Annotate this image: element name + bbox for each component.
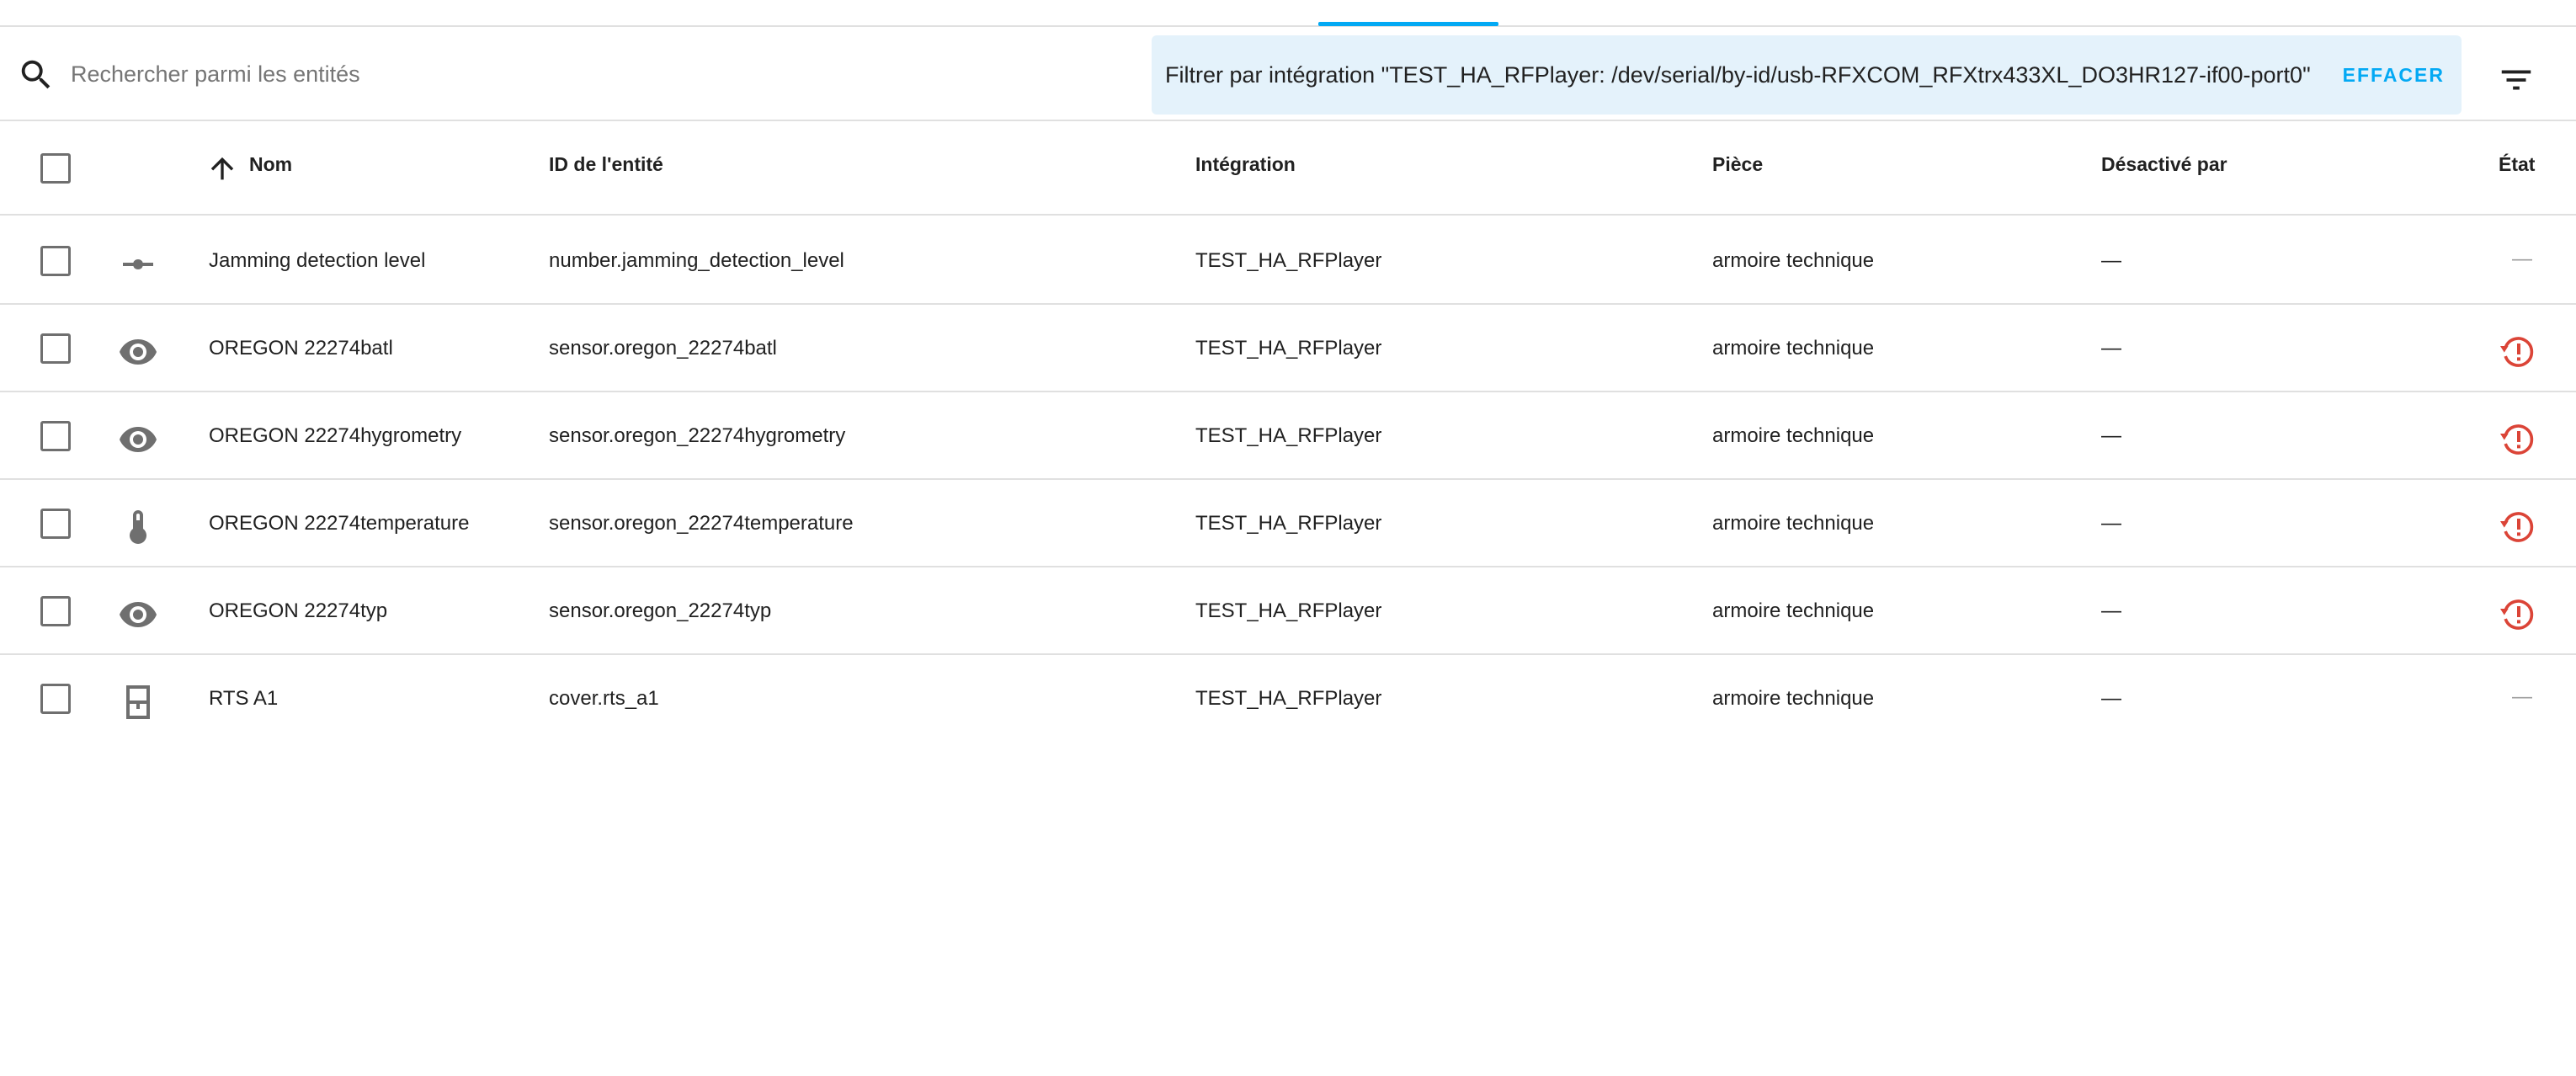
restore-alert-icon (2500, 599, 2534, 630)
entity-area: armoire technique (1712, 512, 1875, 535)
entity-id: sensor.oregon_22274batl (549, 337, 777, 360)
filter-label: Filtrer par intégration "TEST_HA_RFPlaye… (1165, 61, 2311, 88)
entity-name: OREGON 22274typ (209, 599, 388, 622)
filter-menu-icon[interactable] (2497, 61, 2536, 99)
eye-icon (120, 602, 157, 627)
tab-strip (0, 0, 2576, 27)
entity-area: armoire technique (1712, 337, 1875, 360)
entity-name: Jamming detection level (209, 249, 426, 272)
header-entity-id[interactable]: ID de l'entité (549, 153, 663, 176)
entity-disabled-by: — (2101, 512, 2121, 535)
restore-alert-icon (2500, 424, 2534, 455)
entity-id: cover.rts_a1 (549, 687, 659, 710)
table-row[interactable]: OREGON 22274hygrometry sensor.oregon_222… (0, 392, 2576, 480)
entity-name: OREGON 22274batl (209, 337, 393, 360)
table-row[interactable]: Jamming detection level number.jamming_d… (0, 217, 2576, 305)
header-area[interactable]: Pièce (1712, 153, 1763, 176)
row-checkbox[interactable] (40, 246, 71, 276)
entity-integration: TEST_HA_RFPlayer (1195, 424, 1382, 447)
restore-alert-icon (2500, 512, 2534, 542)
entity-disabled-by: — (2101, 337, 2121, 360)
entity-integration: TEST_HA_RFPlayer (1195, 249, 1382, 272)
header-name[interactable]: Nom (249, 153, 292, 176)
row-checkbox[interactable] (40, 333, 71, 364)
restore-alert-icon (2500, 337, 2534, 367)
row-checkbox[interactable] (40, 684, 71, 714)
entity-integration: TEST_HA_RFPlayer (1195, 599, 1382, 622)
row-checkbox[interactable] (40, 421, 71, 451)
header-disabled-by[interactable]: Désactivé par (2101, 153, 2227, 176)
header-integration[interactable]: Intégration (1195, 153, 1296, 176)
search-icon (21, 60, 51, 89)
integration-filter-chip: Filtrer par intégration "TEST_HA_RFPlaye… (1152, 35, 2462, 115)
entity-disabled-by: — (2101, 424, 2121, 447)
table-row[interactable]: OREGON 22274temperature sensor.oregon_22… (0, 480, 2576, 567)
entity-integration: TEST_HA_RFPlayer (1195, 512, 1382, 535)
table-header: Nom ID de l'entité Intégration Pièce Dés… (0, 121, 2576, 216)
entity-area: armoire technique (1712, 687, 1875, 710)
entity-name: OREGON 22274temperature (209, 512, 470, 535)
entity-id: sensor.oregon_22274temperature (549, 512, 854, 535)
slider-icon (123, 259, 153, 269)
entities-page: Filtrer par intégration "TEST_HA_RFPlaye… (0, 0, 2576, 1076)
sort-ascending-icon[interactable] (205, 152, 239, 185)
entity-disabled-by: — (2101, 599, 2121, 622)
entity-name: RTS A1 (209, 687, 279, 710)
entity-area: armoire technique (1712, 424, 1875, 447)
entity-id: sensor.oregon_22274hygrometry (549, 424, 846, 447)
row-checkbox[interactable] (40, 509, 71, 539)
table-row[interactable]: OREGON 22274typ sensor.oregon_22274typ T… (0, 567, 2576, 655)
entity-area: armoire technique (1712, 249, 1875, 272)
table-row[interactable]: RTS A1 cover.rts_a1 TEST_HA_RFPlayer arm… (0, 655, 2576, 743)
entity-integration: TEST_HA_RFPlayer (1195, 337, 1382, 360)
entity-status: — (2512, 248, 2532, 270)
eye-icon (120, 427, 157, 452)
table-row[interactable]: OREGON 22274batl sensor.oregon_22274batl… (0, 305, 2576, 392)
entity-id: sensor.oregon_22274typ (549, 599, 772, 622)
entity-id: number.jamming_detection_level (549, 249, 844, 272)
select-all-checkbox[interactable] (40, 153, 71, 184)
clear-filter-button[interactable]: EFFACER (2343, 56, 2445, 94)
entity-name: OREGON 22274hygrometry (209, 424, 462, 447)
entity-disabled-by: — (2101, 687, 2121, 710)
thermometer-icon (130, 510, 146, 544)
eye-icon (120, 339, 157, 365)
header-status[interactable]: État (2499, 153, 2535, 176)
entity-integration: TEST_HA_RFPlayer (1195, 687, 1382, 710)
search-input[interactable] (71, 52, 1115, 96)
active-tab-indicator (1318, 22, 1498, 26)
search-bar: Filtrer par intégration "TEST_HA_RFPlaye… (0, 27, 2576, 121)
entity-area: armoire technique (1712, 599, 1875, 622)
window-shutter-icon (126, 685, 150, 719)
row-checkbox[interactable] (40, 596, 71, 626)
entity-status: — (2512, 685, 2532, 708)
entity-disabled-by: — (2101, 249, 2121, 272)
